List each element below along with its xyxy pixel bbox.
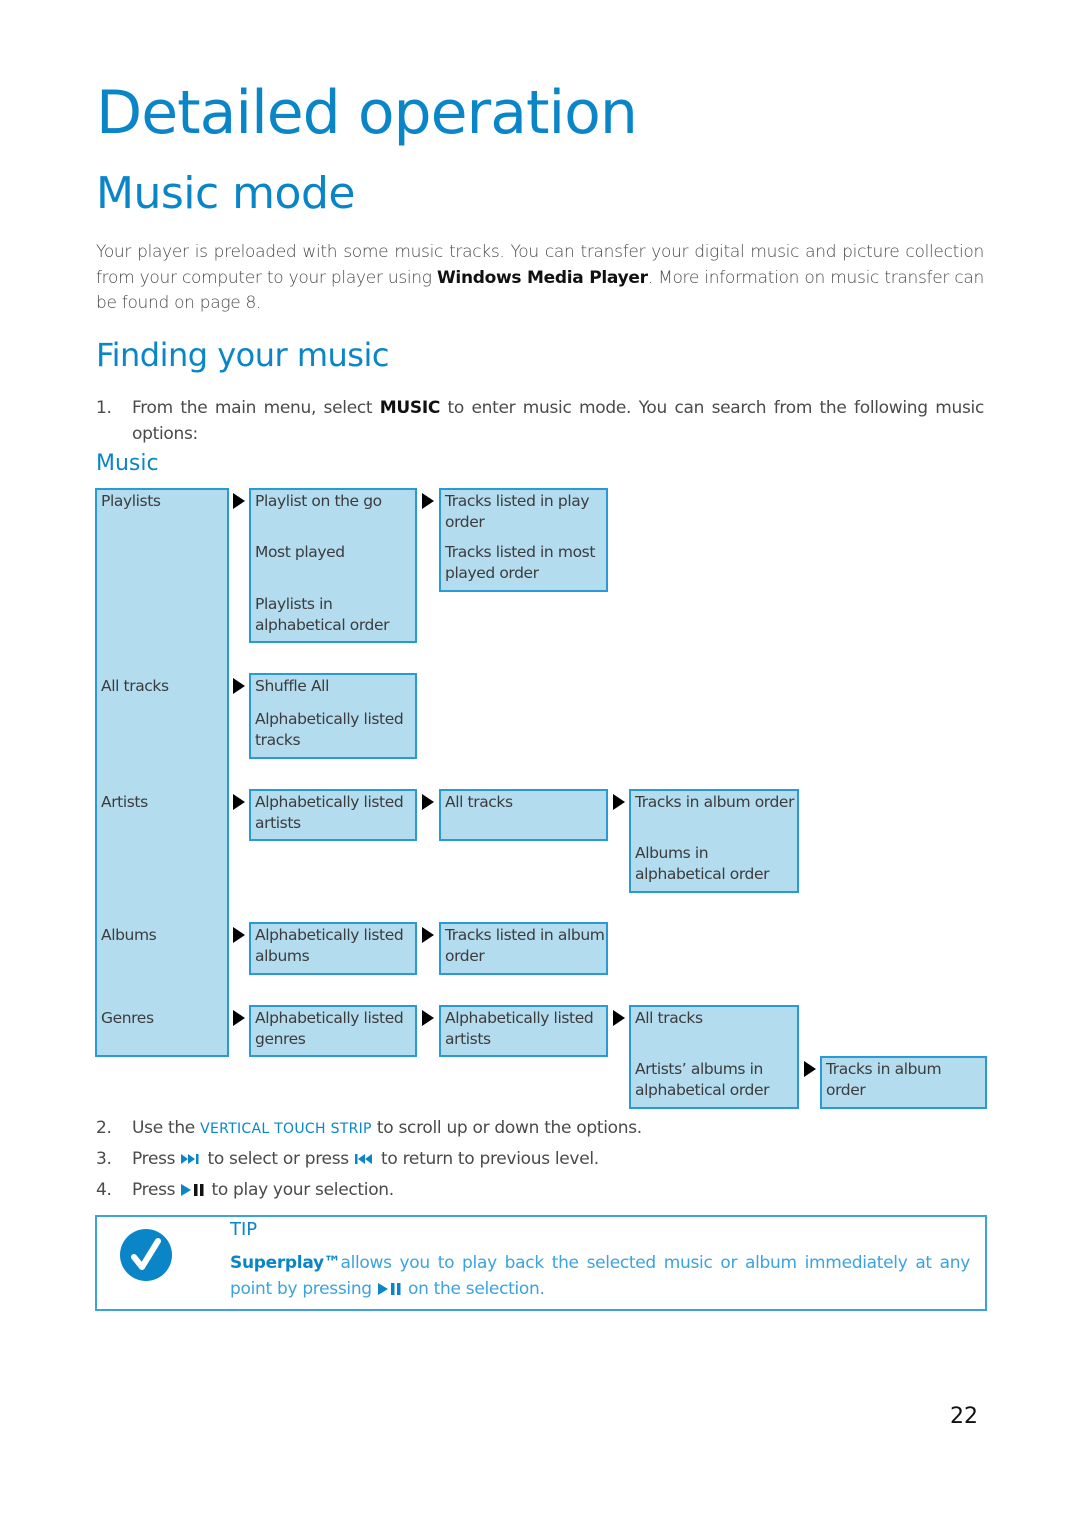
arrow-right-icon	[804, 1061, 816, 1077]
submenu-item[interactable]: Artists’ albums in alphabetical order	[635, 1059, 785, 1101]
section-title: Music mode	[96, 168, 355, 219]
submenu-item[interactable]: Alphabetically listed artists	[445, 1008, 597, 1050]
step-number: 2.	[96, 1118, 112, 1138]
page-number: 22	[950, 1404, 978, 1429]
submenu-item[interactable]: Alphabetically listed tracks	[255, 709, 405, 751]
step-4: 4. Press to play your selection.	[96, 1178, 984, 1204]
step-text-before: Use the	[132, 1118, 201, 1138]
arrow-right-icon	[233, 1010, 245, 1026]
arrow-right-icon	[422, 794, 434, 810]
submenu-item[interactable]: Alphabetically listed artists	[255, 792, 405, 834]
arrow-right-icon	[422, 1010, 434, 1026]
root-item-all-tracks[interactable]: All tracks	[101, 676, 169, 697]
root-item-artists[interactable]: Artists	[101, 792, 148, 813]
arrow-right-icon	[233, 927, 245, 943]
next-icon	[181, 1154, 199, 1164]
submenu-item[interactable]: All tracks	[445, 792, 513, 813]
step-text-after: to return to previous level.	[375, 1149, 599, 1169]
arrow-right-icon	[233, 493, 245, 509]
play-pause-icon	[181, 1184, 204, 1196]
step-number: 4.	[96, 1180, 112, 1200]
step-3: 3. Press to select or press to return to…	[96, 1147, 984, 1173]
submenu-item[interactable]: Alphabetically listed genres	[255, 1008, 405, 1050]
step-text-before: From the main menu, select	[132, 398, 380, 418]
submenu-item[interactable]: Playlist on the go	[255, 491, 382, 512]
submenu-item[interactable]: Playlists in alphabetical order	[255, 594, 405, 636]
step-number: 1.	[96, 398, 112, 418]
step-text-before: Press	[132, 1149, 181, 1169]
arrow-right-icon	[233, 794, 245, 810]
submenu-item[interactable]: All tracks	[635, 1008, 703, 1029]
step-keyword: MUSIC	[379, 398, 441, 418]
root-item-albums[interactable]: Albums	[101, 925, 157, 946]
root-item-genres[interactable]: Genres	[101, 1008, 154, 1029]
submenu-item[interactable]: Albums in alphabetical order	[635, 843, 785, 885]
subsection-title: Finding your music	[96, 336, 389, 374]
step-1: 1. From the main menu, select MUSIC to e…	[96, 396, 984, 447]
arrow-right-icon	[613, 1010, 625, 1026]
arrow-right-icon	[422, 493, 434, 509]
tip-title: TIP	[230, 1219, 258, 1240]
intro-paragraph: Your player is preloaded with some music…	[96, 240, 984, 317]
arrow-right-icon	[422, 927, 434, 943]
play-pause-icon	[377, 1283, 401, 1295]
submenu-item[interactable]: Tracks listed in most played order	[445, 542, 605, 584]
step-number: 3.	[96, 1149, 112, 1169]
checkmark-icon	[120, 1229, 172, 1281]
root-menu-box	[95, 488, 229, 1057]
step-text-after: to scroll up or down the options.	[371, 1118, 642, 1138]
step-text-after: to play your selection.	[206, 1180, 394, 1200]
tip-text-after: on the selection.	[402, 1279, 545, 1299]
submenu-item[interactable]: Most played	[255, 542, 345, 563]
superplay-brand: Superplay™	[230, 1253, 341, 1273]
submenu-item[interactable]: Alphabetically listed albums	[255, 925, 405, 967]
vertical-touch-strip-label: VERTICAL TOUCH STRIP	[200, 1121, 372, 1137]
arrow-right-icon	[613, 794, 625, 810]
diagram-title: Music	[96, 451, 159, 476]
tip-text: Superplay™allows you to play back the se…	[230, 1250, 970, 1302]
previous-icon	[354, 1154, 372, 1164]
arrow-right-icon	[233, 678, 245, 694]
page-title: Detailed operation	[96, 78, 638, 148]
step-text-before: Press	[132, 1180, 181, 1200]
intro-app-name: Windows Media Player	[436, 267, 648, 288]
submenu-item[interactable]: Tracks listed in play order	[445, 491, 597, 533]
step-2: 2. Use the VERTICAL TOUCH STRIP to scrol…	[96, 1116, 984, 1143]
submenu-item[interactable]: Tracks in album order	[635, 792, 794, 813]
tip-text-before: allows you to play back the selected mus…	[230, 1253, 970, 1299]
submenu-item[interactable]: Tracks in album order	[826, 1059, 966, 1101]
root-item-playlists[interactable]: Playlists	[101, 491, 161, 512]
submenu-item[interactable]: Shuffle All	[255, 676, 329, 697]
submenu-item[interactable]: Tracks listed in album order	[445, 925, 605, 967]
step-text-mid: to select or press	[202, 1149, 354, 1169]
